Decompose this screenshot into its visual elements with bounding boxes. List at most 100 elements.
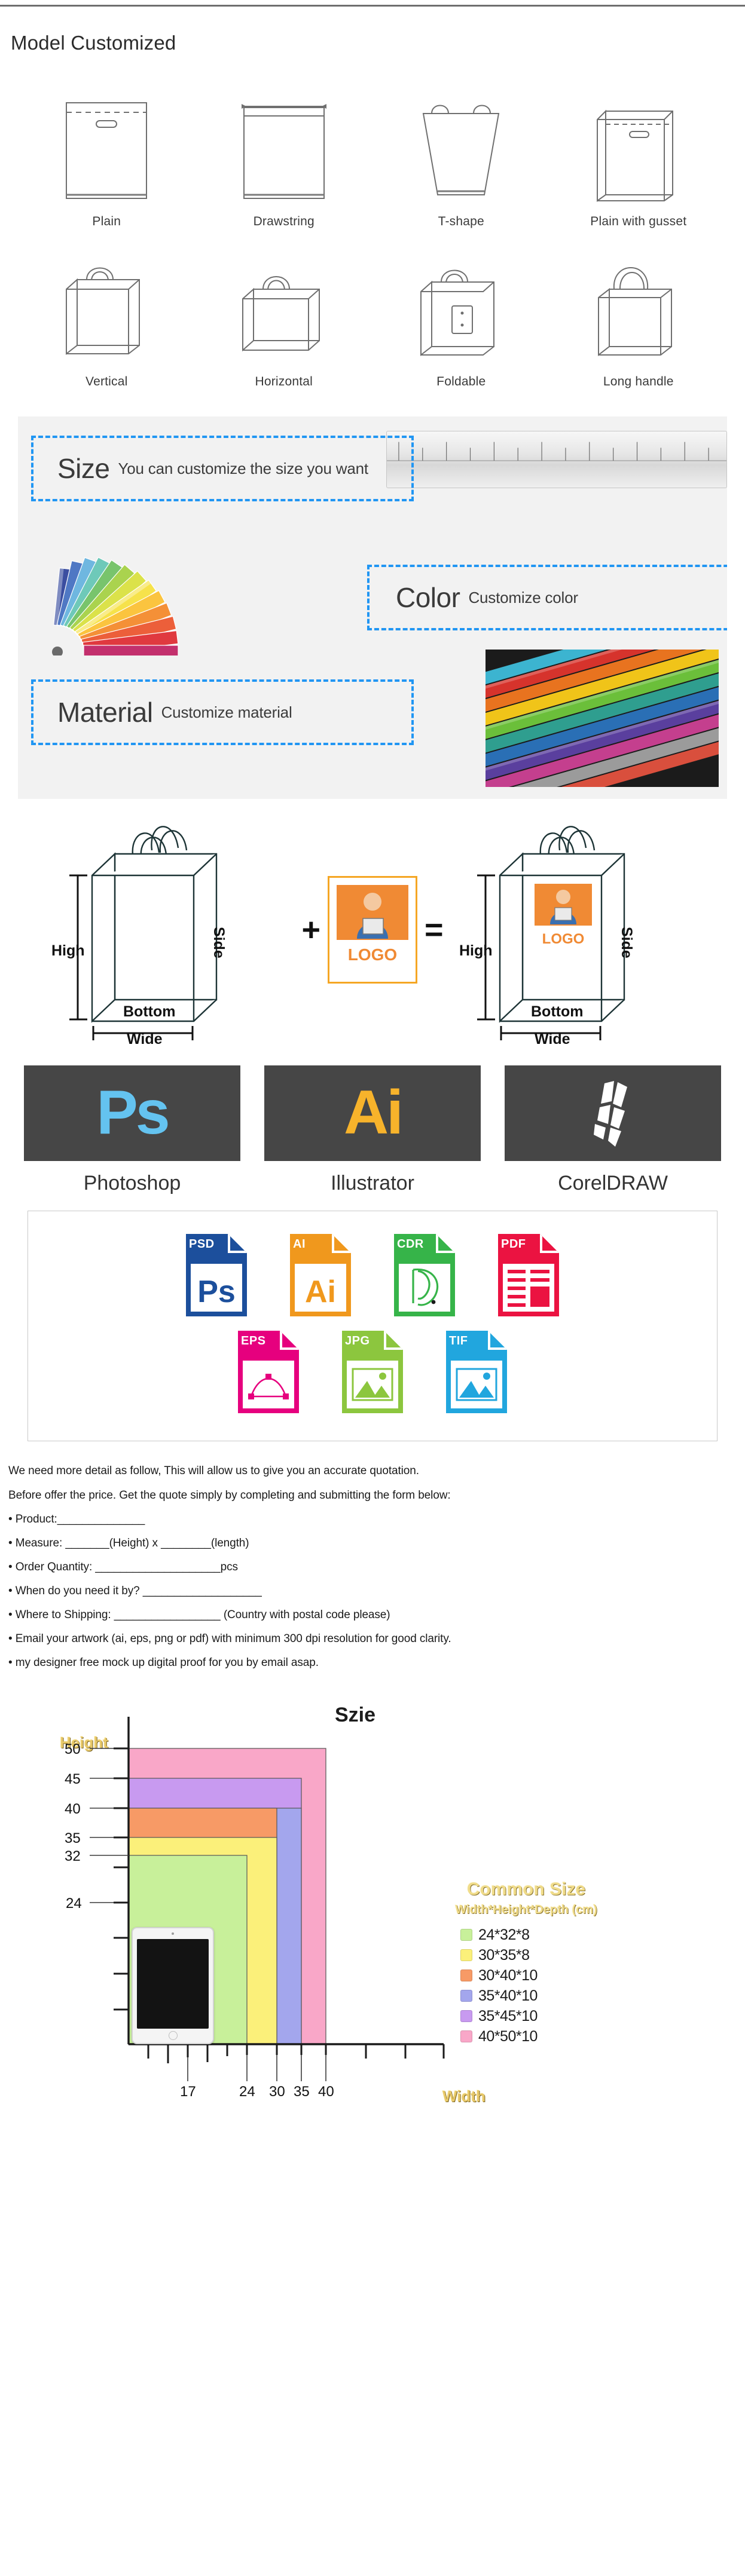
eps-file-icon: EPS bbox=[236, 1330, 301, 1414]
software-row: Ps Photoshop Ai Illustrator CorelDRAW bbox=[0, 1052, 745, 1195]
tif-file-icon: TIF bbox=[444, 1330, 509, 1414]
legend-swatch-35x40x10 bbox=[460, 1990, 472, 2002]
customize-box-color[interactable]: Color Customize color bbox=[367, 565, 727, 630]
file-format-eps: EPS bbox=[233, 1330, 304, 1414]
pdf-file-icon: PDF bbox=[496, 1233, 561, 1318]
model-label-plain: Plain bbox=[92, 215, 121, 228]
chart-xtick-24: 24 bbox=[239, 2084, 255, 2100]
quote-bullet-mockup: my designer free mock up digital proof f… bbox=[8, 1651, 737, 1675]
legend-swatch-30x35x8 bbox=[460, 1949, 472, 1961]
model-item-vertical[interactable]: Vertical bbox=[18, 231, 196, 389]
illustrator-icon: Ai bbox=[344, 1078, 404, 1148]
quote-bullet-order-quantity: Order Quantity: ____________________pcs bbox=[8, 1555, 737, 1579]
legend-item-40x50x10: 40*50*10 bbox=[460, 2026, 538, 2047]
model-label-plain-with-gusset: Plain with gusset bbox=[590, 215, 687, 228]
cdr-file-label: CDR bbox=[397, 1238, 424, 1251]
ai-file-icon: AI Ai bbox=[288, 1233, 353, 1318]
svg-text:Ps: Ps bbox=[197, 1275, 236, 1309]
model-item-t-shape[interactable]: T-shape bbox=[373, 71, 550, 229]
chart-xtick-35: 35 bbox=[294, 2084, 310, 2100]
coreldraw-tile bbox=[505, 1065, 721, 1161]
software-name-coreldraw: CorelDRAW bbox=[558, 1172, 668, 1194]
model-item-long-handle[interactable]: Long handle bbox=[550, 231, 728, 389]
illustrator-tile: Ai bbox=[264, 1065, 481, 1161]
horizontal-bag-icon bbox=[242, 276, 320, 352]
legend-label-35x40x10: 35*40*10 bbox=[478, 1987, 538, 2004]
legend-item-24x32x8: 24*32*8 bbox=[460, 1925, 538, 1945]
customize-box-size[interactable]: Size You can customize the size you want bbox=[31, 436, 414, 501]
quote-request-block: We need more detail as follow, This will… bbox=[0, 1441, 745, 1675]
logo-illustration: LOGO bbox=[333, 881, 412, 978]
legend-label-35x45x10: 35*45*10 bbox=[478, 2007, 538, 2024]
tif-file-label: TIF bbox=[449, 1334, 468, 1347]
quote-bullet-shipping: Where to Shipping: _________________ (Co… bbox=[8, 1603, 737, 1627]
logo-artwork-card: LOGO bbox=[328, 876, 417, 984]
equals-operator: = bbox=[425, 912, 444, 948]
quote-bullet-measure: Measure: _______(Height) x ________(leng… bbox=[8, 1531, 737, 1555]
file-format-jpg: JPG bbox=[337, 1330, 408, 1414]
model-label-vertical: Vertical bbox=[86, 375, 128, 388]
photoshop-tile: Ps bbox=[24, 1065, 240, 1161]
model-art-long-handle bbox=[550, 231, 728, 369]
model-art-plain bbox=[18, 71, 196, 209]
bag-label-bottom: Bottom bbox=[123, 1003, 175, 1020]
legend-swatch-35x45x10 bbox=[460, 2010, 472, 2022]
chart-legend-title: Common Size bbox=[466, 1879, 586, 1899]
bag-logo-label-high: High bbox=[459, 942, 493, 959]
t-shape-bag-icon bbox=[423, 105, 500, 195]
model-item-drawstring[interactable]: Drawstring bbox=[196, 71, 373, 229]
model-item-foldable[interactable]: Foldable bbox=[373, 231, 550, 389]
model-label-drawstring: Drawstring bbox=[253, 215, 315, 228]
product-detail-page: Model Customized Plain Drawstring T-shap… bbox=[0, 5, 745, 2135]
software-name-photoshop: Photoshop bbox=[83, 1172, 181, 1194]
bag-label-side: Side bbox=[210, 927, 227, 958]
file-formats-row-1: PSD Ps AI Ai CDR PDF bbox=[28, 1227, 717, 1324]
section-title-model-customized: Model Customized bbox=[11, 32, 176, 54]
customize-size-title: Size bbox=[57, 453, 110, 484]
plain-bag-icon bbox=[66, 102, 148, 199]
model-item-horizontal[interactable]: Horizontal bbox=[196, 231, 373, 389]
customize-material-title: Material bbox=[57, 697, 153, 728]
plain-gusset-bag-icon bbox=[596, 109, 673, 202]
model-art-foldable bbox=[373, 231, 550, 369]
model-label-horizontal: Horizontal bbox=[255, 375, 313, 388]
software-item-illustrator: Ai Illustrator bbox=[264, 1065, 481, 1195]
customize-panel: Size You can customize the size you want… bbox=[18, 416, 727, 799]
vertical-bag-icon bbox=[66, 267, 141, 356]
legend-swatch-24x32x8 bbox=[460, 1929, 472, 1941]
model-item-plain-with-gusset[interactable]: Plain with gusset bbox=[550, 71, 728, 229]
material-swatch-image bbox=[486, 650, 719, 787]
size-chart: Szie Height Width 50 45 40 35 32 24 17 2… bbox=[0, 1693, 745, 2135]
chart-legend-subtitle: Width*Height*Depth (cm) bbox=[455, 1903, 597, 1916]
file-format-cdr: CDR bbox=[389, 1233, 460, 1318]
customize-box-material[interactable]: Material Customize material bbox=[31, 679, 414, 745]
bag-with-logo-diagram: LOGO High Wide Side Bottom bbox=[459, 826, 635, 1046]
model-grid: Plain Drawstring T-shape Plain with guss… bbox=[0, 54, 745, 395]
customize-size-desc: You can customize the size you want bbox=[118, 459, 368, 477]
chart-ytick-50: 50 bbox=[65, 1741, 81, 1757]
quote-intro-line-2: Before offer the price. Get the quote si… bbox=[8, 1488, 451, 1502]
bag-logo-text: LOGO bbox=[542, 931, 584, 947]
bag-logo-label-bottom: Bottom bbox=[531, 1003, 583, 1020]
legend-item-30x40x10: 30*40*10 bbox=[460, 1965, 538, 1986]
model-label-long-handle: Long handle bbox=[603, 375, 674, 388]
bag-dimension-diagram: High Wide Side Bottom bbox=[51, 826, 227, 1046]
ruler-image bbox=[386, 431, 727, 488]
chart-ytick-35: 35 bbox=[65, 1830, 81, 1846]
quote-bullet-artwork: Email your artwork (ai, eps, png or pdf)… bbox=[8, 1627, 737, 1651]
model-art-vertical bbox=[18, 231, 196, 369]
model-art-plain-with-gusset bbox=[550, 71, 728, 209]
drawstring-bag-icon bbox=[241, 104, 326, 199]
eps-file-label: EPS bbox=[241, 1334, 266, 1347]
software-name-illustrator: Illustrator bbox=[331, 1172, 414, 1194]
chart-ytick-40: 40 bbox=[65, 1801, 81, 1817]
model-art-drawstring bbox=[196, 71, 373, 209]
file-formats-frame: PSD Ps AI Ai CDR PDF EPS JPG TIF bbox=[28, 1211, 717, 1441]
logo-text: LOGO bbox=[348, 945, 397, 964]
tablet-home-button-icon bbox=[169, 2031, 178, 2040]
legend-label-30x40x10: 30*40*10 bbox=[478, 1967, 538, 1984]
software-item-photoshop: Ps Photoshop bbox=[24, 1065, 240, 1195]
pdf-file-label: PDF bbox=[501, 1238, 526, 1251]
chart-xtick-40: 40 bbox=[318, 2084, 334, 2100]
model-item-plain[interactable]: Plain bbox=[18, 71, 196, 229]
